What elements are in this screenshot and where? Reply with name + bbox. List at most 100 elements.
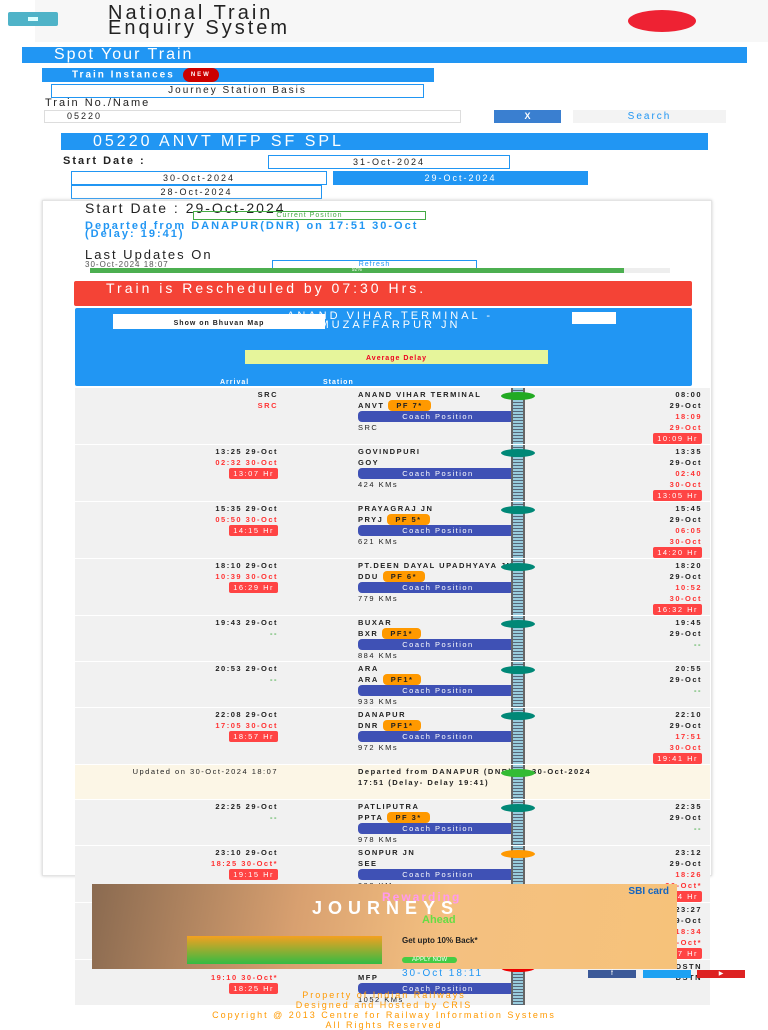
average-delay-button[interactable]: Average Delay bbox=[245, 350, 548, 364]
departure-actual-date: 30-Oct bbox=[669, 594, 702, 603]
line: 19:43 29-Oct bbox=[75, 617, 278, 628]
tab-journey-station-basis[interactable]: Journey Station Basis bbox=[51, 84, 424, 98]
line: 19:41 Hr bbox=[608, 753, 702, 764]
station-code: ARA bbox=[358, 675, 379, 684]
route-toggle-button[interactable] bbox=[572, 312, 616, 324]
arrival-delay: 19:15 Hr bbox=[229, 869, 278, 880]
date-option-selected[interactable]: 29-Oct-2024 bbox=[333, 171, 588, 185]
departed-message: Departed from DANAPUR (DNR) on 30-Oct-20… bbox=[358, 767, 592, 787]
station-cell: ARA ARA PF1* Coach Position 933 KMs bbox=[358, 662, 608, 707]
coach-position-button[interactable]: Coach Position bbox=[358, 582, 518, 593]
train-number-input[interactable]: 05220 bbox=[44, 110, 461, 123]
facebook-icon[interactable]: f bbox=[588, 970, 636, 978]
coach-position-button[interactable]: Coach Position bbox=[358, 869, 518, 880]
line: -- bbox=[608, 685, 702, 696]
departure-delay: 14:20 Hr bbox=[653, 547, 702, 558]
footer-line: Copyright @ 2013 Centre for Railway Info… bbox=[212, 1010, 556, 1020]
departure-scheduled: 20:55 bbox=[675, 664, 702, 673]
departure-cell: 18:20 29-Oct 10:52 30-Oct 16:32 Hr bbox=[608, 559, 708, 615]
twitter-icon[interactable] bbox=[643, 970, 691, 978]
sbi-card-ad[interactable]: SBI card Rewarding JOURNEYS Ahead Get up… bbox=[92, 884, 677, 969]
coach-position-button[interactable]: Coach Position bbox=[358, 639, 518, 650]
youtube-icon[interactable]: ▶ bbox=[697, 970, 745, 978]
track-cell bbox=[278, 445, 535, 501]
date-option[interactable]: 28-Oct-2024 bbox=[71, 185, 322, 199]
arrival-scheduled: 13:25 29-Oct bbox=[215, 447, 278, 456]
line: PRYJ PF 5* bbox=[358, 514, 608, 525]
line: SRC bbox=[75, 400, 278, 411]
departure-scheduled: 15:45 bbox=[675, 504, 702, 513]
line: Coach Position bbox=[358, 823, 608, 834]
station-cell: BUXAR BXR PF1* Coach Position 884 KMs bbox=[358, 616, 608, 661]
ad-apply-button[interactable]: APPLY NOW bbox=[402, 957, 458, 963]
line: 05:50 30-Oct bbox=[75, 514, 278, 525]
station-cell: ANAND VIHAR TERMINAL ANVT PF 7* Coach Posit… bbox=[358, 388, 608, 444]
coach-position-button[interactable]: Coach Position bbox=[358, 823, 518, 834]
departure-date: 29-Oct bbox=[669, 721, 702, 730]
line: DDU PF 6* bbox=[358, 571, 608, 582]
distance: 779 KMs bbox=[358, 594, 399, 603]
station-row: 15:35 29-Oct 05:50 30-Oct 14:15 Hr PRAYAGRA… bbox=[75, 502, 710, 559]
title-line: Enquiry System bbox=[108, 17, 291, 39]
station-name: DANAPUR bbox=[358, 710, 406, 719]
current-position-button[interactable]: Current Position bbox=[193, 211, 426, 220]
line: -- bbox=[75, 628, 278, 639]
line: 779 KMs bbox=[358, 593, 608, 604]
date-option[interactable]: 30-Oct-2024 bbox=[71, 171, 327, 185]
arrival-cell: 22:08 29-Oct 17:05 30-Oct 18:57 Hr bbox=[75, 708, 278, 764]
distance: SRC bbox=[358, 423, 379, 432]
station-code: MFP bbox=[358, 973, 379, 982]
station-name: SONPUR JN bbox=[358, 848, 416, 857]
line: 29-Oct bbox=[608, 422, 702, 433]
arrival-actual: 05:50 30-Oct bbox=[215, 515, 278, 524]
line: Coach Position bbox=[358, 869, 608, 880]
coach-position-button[interactable]: Coach Position bbox=[358, 468, 518, 479]
departure-scheduled: 23:12 bbox=[675, 848, 702, 857]
line: 29-Oct bbox=[608, 720, 702, 731]
line: 16:29 Hr bbox=[75, 582, 278, 593]
coach-position-button[interactable]: Coach Position bbox=[358, 525, 518, 536]
arrival-actual: 17:05 30-Oct bbox=[215, 721, 278, 730]
line: 19:10 30-Oct* bbox=[75, 972, 278, 983]
station-row: SRC SRC ANAND VIHAR TERMINAL ANVT PF 7* Coach… bbox=[75, 388, 710, 445]
search-button[interactable]: Search bbox=[573, 110, 726, 123]
line: PPTA PF 3* bbox=[358, 812, 608, 823]
indian-railways-logo bbox=[628, 10, 696, 32]
updated-on-text: Updated on 30-Oct-2024 18:07 bbox=[132, 767, 278, 776]
line: 18:57 Hr bbox=[75, 731, 278, 742]
departure-cell bbox=[608, 765, 708, 799]
departure-date: 29-Oct bbox=[669, 458, 702, 467]
distance: 621 KMs bbox=[358, 537, 399, 546]
coach-position-button[interactable]: Coach Position bbox=[358, 731, 518, 742]
station-row: 13:25 29-Oct 02:32 30-Oct 13:07 Hr GOVINDPU… bbox=[75, 445, 710, 502]
station-marker-icon bbox=[501, 449, 535, 457]
distance: 424 KMs bbox=[358, 480, 399, 489]
platform-badge: PF 6* bbox=[382, 571, 426, 582]
line: 02:40 bbox=[608, 468, 702, 479]
track-cell bbox=[278, 800, 535, 845]
station-name: ANAND VIHAR TERMINAL bbox=[358, 390, 482, 399]
line: ARA bbox=[358, 663, 608, 674]
tab-train-instances[interactable]: Train Instances NEW bbox=[42, 68, 434, 82]
coach-position-button[interactable]: Coach Position bbox=[358, 411, 518, 422]
clear-button[interactable]: X bbox=[494, 110, 561, 123]
line: 18:26 bbox=[608, 869, 702, 880]
line: 29-Oct bbox=[608, 812, 702, 823]
menu-icon[interactable] bbox=[8, 12, 58, 26]
departure-date: 29-Oct bbox=[669, 629, 702, 638]
tab-label: Train Instances bbox=[72, 69, 175, 81]
arrival-scheduled: 15:35 29-Oct bbox=[215, 504, 278, 513]
departure-cell: 13:35 29-Oct 02:40 30-Oct 13:05 Hr bbox=[608, 445, 708, 501]
departure-scheduled: 22:35 bbox=[675, 802, 702, 811]
station-marker-icon bbox=[501, 769, 535, 777]
line: Coach Position bbox=[358, 639, 608, 650]
line: Coach Position bbox=[358, 468, 608, 479]
arrival-actual: 10:39 30-Oct bbox=[215, 572, 278, 581]
platform-badge: PF1* bbox=[382, 720, 422, 731]
arrival-cell: 20:53 29-Oct -- bbox=[75, 662, 278, 707]
station-cell: PT.DEEN DAYAL UPADHYAYA JN. DDU PF 6* Coach… bbox=[358, 559, 608, 615]
coach-position-button[interactable]: Coach Position bbox=[358, 685, 518, 696]
date-option[interactable]: 31-Oct-2024 bbox=[268, 155, 510, 169]
station-marker-icon bbox=[501, 620, 535, 628]
station-code: ANVT bbox=[358, 401, 385, 410]
